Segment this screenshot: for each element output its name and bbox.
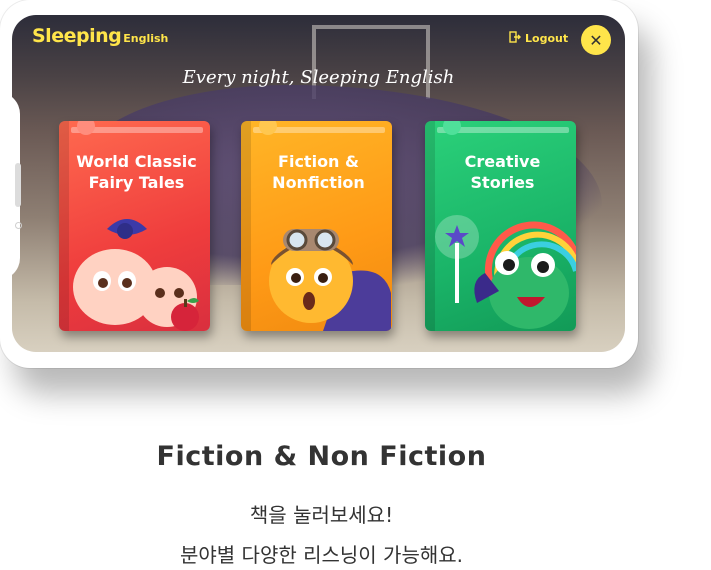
phone-frame: Sleeping English Logout ✕ Every night, Sl… <box>0 0 638 368</box>
crocodile-character-icon <box>435 215 576 329</box>
logo-sub: English <box>123 32 169 45</box>
fox-girl-character-icon <box>73 219 199 331</box>
app-screen: Sleeping English Logout ✕ Every night, Sl… <box>12 15 625 352</box>
phone-speaker <box>15 163 21 207</box>
book-title: Creative Stories <box>435 151 570 193</box>
phone-camera <box>15 222 22 229</box>
caption-line1: 책을 눌러보세요! <box>249 503 394 527</box>
book-title-line2: Stories <box>470 173 535 192</box>
caption-line2: 분야별 다양한 리스닝이 가능해요. <box>179 543 464 567</box>
aviator-character-icon <box>269 229 391 331</box>
book-title-line1: Creative <box>464 152 541 171</box>
logout-label: Logout <box>525 32 569 45</box>
book-title-line2: Fairy Tales <box>88 173 185 192</box>
book-title: World Classic Fairy Tales <box>69 151 204 193</box>
close-icon: ✕ <box>589 30 603 50</box>
book-title: Fiction & Nonfiction <box>251 151 386 193</box>
book-fiction-nonfiction[interactable]: Fiction & Nonfiction <box>241 121 392 331</box>
close-button[interactable]: ✕ <box>581 25 611 55</box>
book-world-classic[interactable]: World Classic Fairy Tales <box>59 121 210 331</box>
app-logo: Sleeping English <box>32 25 168 47</box>
book-creative-stories[interactable]: Creative Stories <box>425 121 576 331</box>
book-title-line1: Fiction & <box>278 152 359 171</box>
logo-main: Sleeping <box>32 25 122 47</box>
tagline: Every night, Sleeping English <box>182 67 455 88</box>
book-title-line2: Nonfiction <box>272 173 365 192</box>
book-spine <box>241 121 251 331</box>
book-title-line1: World Classic <box>76 152 197 171</box>
caption-title: Fiction & Non Fiction <box>156 441 487 472</box>
logout-button[interactable]: Logout <box>509 31 568 46</box>
logout-icon <box>509 31 521 46</box>
